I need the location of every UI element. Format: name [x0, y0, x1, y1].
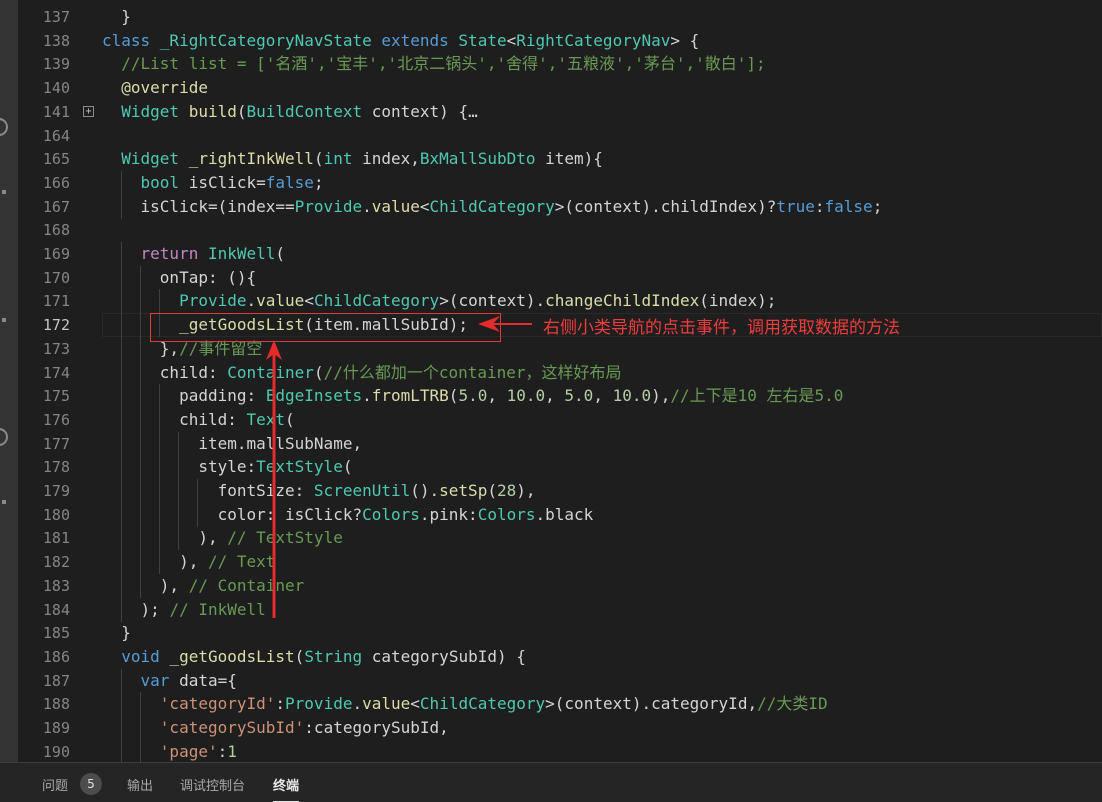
tab-problems[interactable]: 问题 [42, 775, 68, 794]
annotation-text: 右侧小类导航的点击事件，调用获取数据的方法 [543, 318, 900, 338]
arrow-to-annotation [478, 316, 532, 332]
problems-count-badge: 5 [80, 773, 102, 795]
arrow-up-from-definition [266, 340, 282, 618]
annotation-arrows [266, 316, 532, 618]
bottom-panel-tabs: 问题 5 输出 调试控制台 终端 [0, 762, 1102, 802]
tab-output[interactable]: 输出 [127, 775, 153, 794]
tab-debug-console[interactable]: 调试控制台 [180, 775, 245, 794]
tab-terminal[interactable]: 终端 [273, 775, 300, 802]
